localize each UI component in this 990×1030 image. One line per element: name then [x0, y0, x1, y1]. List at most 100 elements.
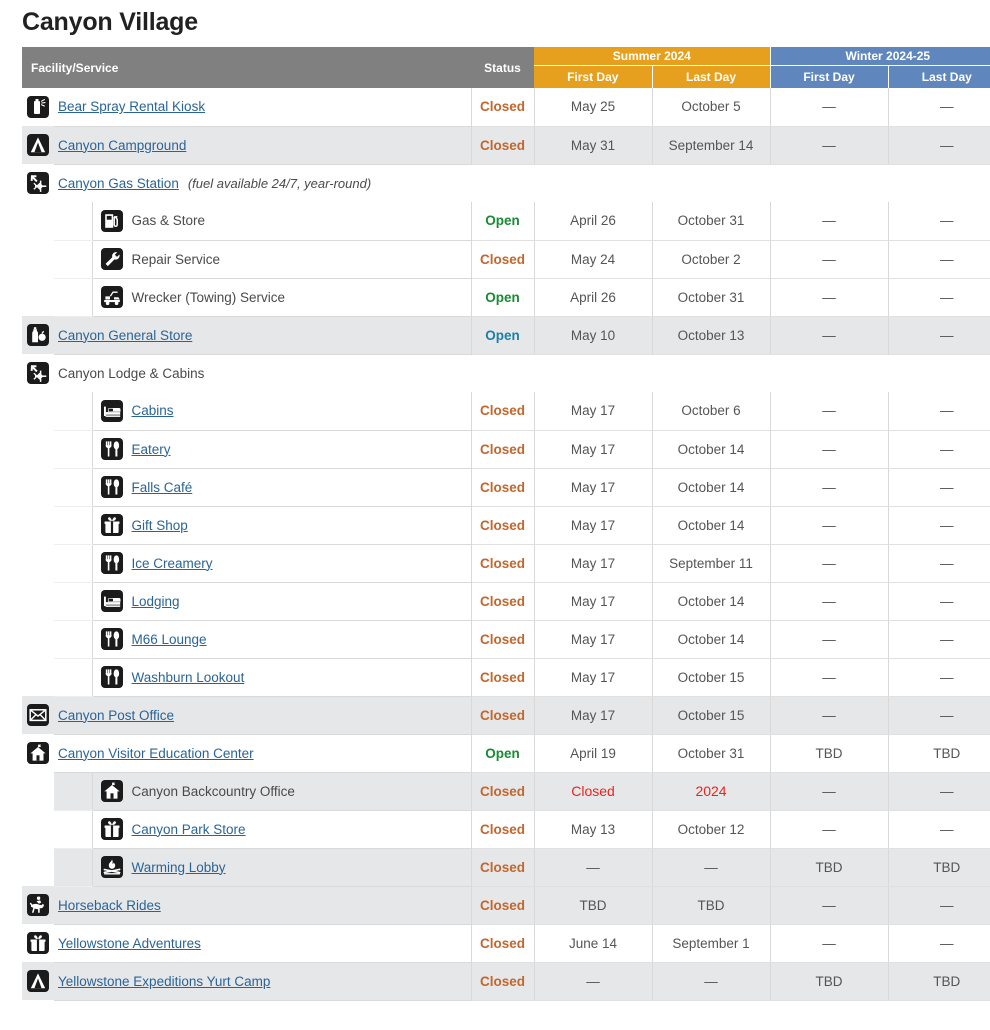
summer-last-day-cell: October 14: [652, 620, 770, 658]
winter-first-day-cell: —: [770, 468, 888, 506]
gas-station-icon: [27, 172, 49, 194]
status-badge: Closed: [480, 556, 525, 571]
winter-first-day-value: —: [822, 290, 836, 305]
table-row: Yellowstone Expeditions Yurt CampClosed—…: [22, 962, 990, 1000]
winter-first-day-value: —: [822, 99, 836, 114]
facility-link[interactable]: Canyon General Store: [58, 328, 192, 343]
row-indent: [54, 582, 92, 620]
summer-last-day-value: October 13: [678, 328, 745, 343]
facility-link[interactable]: Canyon Gas Station: [58, 176, 179, 191]
summer-first-day-value: May 17: [571, 670, 615, 685]
summer-last-day-cell: October 2: [652, 240, 770, 278]
winter-first-day-cell: —: [770, 886, 888, 924]
summer-last-day-cell: October 31: [652, 278, 770, 316]
row-indent: [54, 468, 92, 506]
winter-first-day-cell: —: [770, 582, 888, 620]
winter-first-day-value: —: [822, 632, 836, 647]
summer-first-day-value: —: [586, 860, 600, 875]
facility-link[interactable]: Bear Spray Rental Kiosk: [58, 99, 205, 114]
summer-first-day-value: June 14: [569, 936, 617, 951]
facility-icon-cell: [22, 164, 54, 202]
status-cell: Closed: [471, 696, 534, 734]
facility-link[interactable]: Falls Café: [132, 480, 193, 495]
facility-link[interactable]: Horseback Rides: [58, 898, 161, 913]
row-indent: [54, 240, 92, 278]
facility-name-cell: Eatery: [92, 430, 471, 468]
status-badge: Closed: [480, 403, 525, 418]
winter-first-day-value: —: [822, 594, 836, 609]
facility-link[interactable]: Canyon Park Store: [132, 822, 246, 837]
facility-link[interactable]: Gift Shop: [132, 518, 188, 533]
summer-first-day-value: May 17: [571, 556, 615, 571]
summer-first-day-cell: May 17: [534, 430, 652, 468]
winter-last-day-cell: —: [888, 886, 990, 924]
summer-last-day-value: October 31: [678, 213, 745, 228]
summer-first-day-cell: April 26: [534, 202, 652, 240]
winter-last-day-value: —: [940, 936, 954, 951]
summer-last-day-value: October 14: [678, 594, 745, 609]
empty-winter-last-cell: [888, 354, 990, 392]
facility-link[interactable]: Lodging: [132, 594, 180, 609]
summer-last-day-cell: October 12: [652, 810, 770, 848]
summer-last-day-value: October 6: [681, 403, 740, 418]
summer-last-day-value: October 14: [678, 632, 745, 647]
status-badge: Closed: [480, 822, 525, 837]
winter-last-day-cell: —: [888, 278, 990, 316]
facility-link[interactable]: Canyon Post Office: [58, 708, 174, 723]
facility-name-cell: Bear Spray Rental Kiosk: [54, 88, 471, 126]
summer-first-day-cell: May 24: [534, 240, 652, 278]
table-row: Canyon Post OfficeClosedMay 17October 15…: [22, 696, 990, 734]
restaurant-icon: [101, 666, 123, 688]
summer-first-day-value: May 17: [571, 594, 615, 609]
facility-icon-cell: [22, 126, 54, 164]
facility-link[interactable]: Yellowstone Expeditions Yurt Camp: [58, 974, 270, 989]
row-indent: [54, 620, 92, 658]
winter-last-day-value: —: [940, 252, 954, 267]
summer-first-day-value: April 26: [570, 213, 616, 228]
facility-link[interactable]: M66 Lounge: [132, 632, 207, 647]
status-cell: Closed: [471, 126, 534, 164]
winter-last-day-cell: TBD: [888, 848, 990, 886]
restaurant-icon: [101, 476, 123, 498]
winter-first-day-cell: TBD: [770, 734, 888, 772]
winter-first-day-value: —: [822, 670, 836, 685]
facility-label: Gas & Store: [132, 213, 206, 228]
winter-last-day-cell: —: [888, 126, 990, 164]
summer-last-day-value: October 31: [678, 746, 745, 761]
row-indent: [54, 772, 92, 810]
facility-link[interactable]: Canyon Campground: [58, 138, 186, 153]
table-row: Canyon General StoreOpenMay 10October 13…: [22, 316, 990, 354]
column-header-winter-first-day: First Day: [770, 66, 888, 89]
facility-name-cell: Falls Café: [92, 468, 471, 506]
winter-last-day-cell: —: [888, 506, 990, 544]
status-badge: Closed: [480, 442, 525, 457]
winter-first-day-cell: —: [770, 240, 888, 278]
facility-link[interactable]: Eatery: [132, 442, 171, 457]
summer-last-day-value: TBD: [698, 898, 725, 913]
summer-last-day-cell: October 13: [652, 316, 770, 354]
summer-last-day-value: October 15: [678, 670, 745, 685]
facility-link[interactable]: Ice Creamery: [132, 556, 213, 571]
summer-last-day-cell: October 6: [652, 392, 770, 430]
summer-first-day-value: May 17: [571, 518, 615, 533]
facility-name-cell: Gas & Store: [92, 202, 471, 240]
restaurant-icon: [101, 552, 123, 574]
status-badge: Closed: [480, 898, 525, 913]
summer-last-day-value: October 14: [678, 442, 745, 457]
facility-note: (fuel available 24/7, year-round): [188, 176, 371, 191]
winter-first-day-cell: —: [770, 316, 888, 354]
facility-link[interactable]: Cabins: [132, 403, 174, 418]
facility-link[interactable]: Canyon Visitor Education Center: [58, 746, 254, 761]
winter-last-day-value: —: [940, 670, 954, 685]
table-row: EateryClosedMay 17October 14——: [22, 430, 990, 468]
facility-link[interactable]: Warming Lobby: [132, 860, 226, 875]
winter-last-day-cell: —: [888, 924, 990, 962]
facility-name-cell: Canyon Campground: [54, 126, 471, 164]
status-badge: Closed: [480, 974, 525, 989]
facility-link[interactable]: Yellowstone Adventures: [58, 936, 201, 951]
row-indent: [54, 392, 92, 430]
facility-link[interactable]: Washburn Lookout: [132, 670, 245, 685]
summer-first-day-cell: May 17: [534, 392, 652, 430]
facilities-table: Facility/Service Status Summer 2024 Wint…: [22, 47, 990, 1001]
row-spacer: [22, 240, 54, 278]
